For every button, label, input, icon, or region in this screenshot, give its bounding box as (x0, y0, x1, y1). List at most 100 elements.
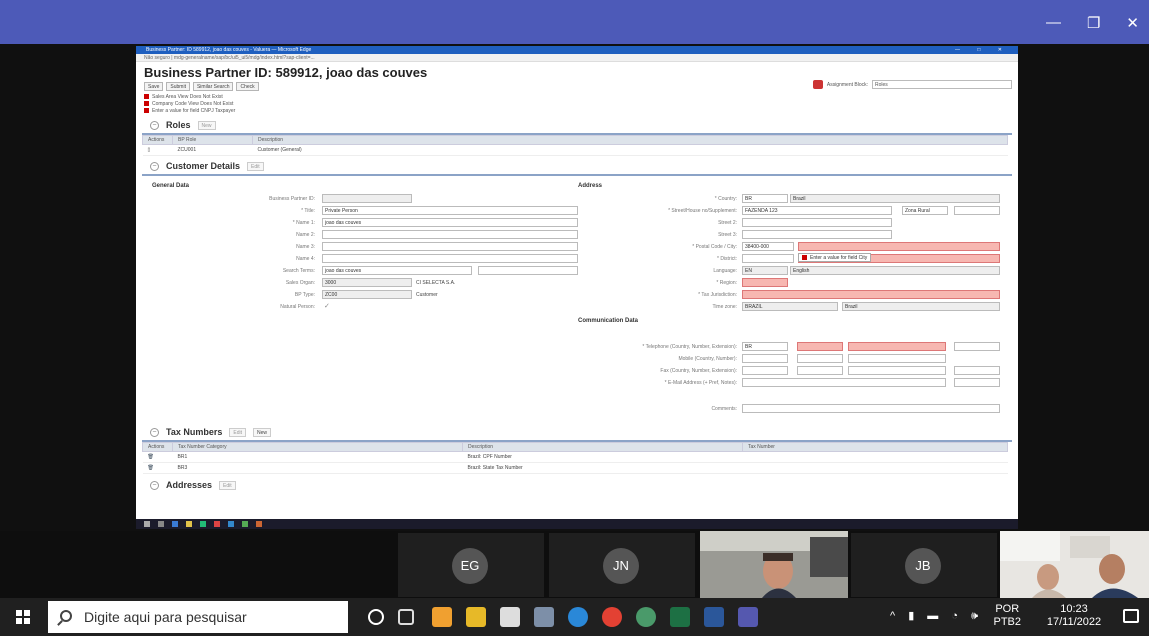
mobile-area-input[interactable] (797, 354, 843, 363)
street3-input[interactable] (742, 230, 892, 239)
delete-icon[interactable]: 🗑 (142, 462, 173, 474)
edge-icon[interactable] (568, 607, 588, 627)
tax-category-cell: BR3 (172, 462, 463, 474)
assignment-select[interactable]: Roles (872, 80, 1012, 89)
tax-edit-button[interactable]: Edit (229, 427, 246, 437)
delete-icon[interactable]: 🗑 (142, 451, 173, 463)
participant-tile[interactable]: EG (398, 533, 544, 597)
message-text[interactable]: Company Code View Does Not Exist (152, 101, 233, 107)
participant-video[interactable] (1000, 531, 1149, 598)
row-action-icon[interactable]: ▯ (142, 144, 173, 156)
message-item: Sales Area View Does Not Exist (144, 93, 1010, 100)
participant-video[interactable] (700, 531, 848, 598)
telephone-number-input[interactable] (848, 342, 946, 351)
collapse-toggle-icon[interactable]: – (150, 480, 159, 490)
district-input[interactable] (742, 254, 794, 263)
name3-input[interactable] (322, 242, 578, 251)
search-terms-input[interactable]: joao das couves (322, 266, 472, 275)
notification-icon[interactable] (1123, 609, 1139, 623)
supplement-input[interactable]: Zona Rural (902, 206, 948, 215)
participant-tile[interactable]: JB (851, 533, 997, 597)
email-input[interactable] (742, 378, 946, 387)
close-button[interactable]: ✕ (1126, 14, 1139, 32)
task-view-icon[interactable] (398, 609, 414, 625)
telephone-area-input[interactable] (797, 342, 843, 351)
email-notes-input[interactable] (954, 378, 1000, 387)
language-indicator[interactable]: POR PTB2 (993, 603, 1021, 629)
tax-number-cell[interactable] (742, 451, 1008, 463)
country-code-input[interactable]: BR (742, 194, 788, 203)
language-code-field[interactable]: EN (742, 266, 788, 275)
region-input[interactable] (742, 278, 788, 287)
comments-input[interactable] (742, 404, 1000, 413)
mobile-number-input[interactable] (848, 354, 946, 363)
tray-icons[interactable]: ^ ▮ ▬ ◔ 🕪 (890, 609, 983, 623)
fax-country-input[interactable] (742, 366, 788, 375)
street-input[interactable]: FAZENDA 123 (742, 206, 892, 215)
browser-window-controls[interactable]: — □ ✕ (955, 46, 1010, 54)
app-icon[interactable] (534, 607, 554, 627)
fax-number-input[interactable] (848, 366, 946, 375)
check-button[interactable]: Check (236, 82, 259, 91)
table-row[interactable]: ▯ ZCU001 Customer (General) (142, 144, 1008, 156)
mail-icon[interactable] (500, 607, 520, 627)
app-icon[interactable] (636, 607, 656, 627)
table-row[interactable]: 🗑 BR3 Brazil: State Tax Number (142, 462, 1008, 474)
mobile-country-input[interactable] (742, 354, 788, 363)
city-input[interactable] (798, 242, 1000, 251)
minimize-button[interactable]: — (1046, 14, 1061, 32)
telephone-country-input[interactable]: BR (742, 342, 788, 351)
search-icon (158, 521, 164, 527)
time-zone-field[interactable]: BRAZIL (742, 302, 838, 311)
table-row[interactable]: 🗑 BR1 Brazil: CPF Number (142, 451, 1008, 463)
tax-jurisdiction-input[interactable] (742, 290, 1000, 299)
cortana-icon[interactable] (368, 609, 384, 625)
app-icon (256, 521, 262, 527)
fax-extension-input[interactable] (954, 366, 1000, 375)
windows-start-icon[interactable] (16, 610, 30, 624)
roles-section-header: – Roles New (142, 117, 1012, 135)
fax-area-input[interactable] (797, 366, 843, 375)
natural-person-checkbox[interactable]: ✓ (324, 302, 330, 310)
tax-number-cell[interactable] (742, 462, 1008, 474)
word-icon[interactable] (704, 607, 724, 627)
submit-button[interactable]: Submit (166, 82, 190, 91)
name1-label: * Name 1: (292, 220, 315, 226)
teams-icon[interactable] (738, 607, 758, 627)
house-no-input[interactable] (954, 206, 1000, 215)
postal-code-input[interactable]: 38400-000 (742, 242, 794, 251)
customer-edit-button[interactable]: Edit (247, 161, 264, 171)
chrome-icon[interactable] (602, 607, 622, 627)
collapse-toggle-icon[interactable]: – (150, 427, 159, 437)
collapse-toggle-icon[interactable]: – (150, 161, 159, 171)
error-icon[interactable] (812, 80, 823, 89)
app-icon (172, 521, 178, 527)
taskbar-search-box[interactable]: Digite aqui para pesquisar (48, 601, 348, 633)
save-button[interactable]: Save (144, 82, 164, 91)
collapse-toggle-icon[interactable]: – (150, 120, 159, 130)
store-icon[interactable] (432, 607, 452, 627)
language-code: POR (995, 603, 1020, 615)
name4-input[interactable] (322, 254, 578, 263)
message-text[interactable]: Enter a value for field CNPJ Taxpayer (152, 108, 235, 114)
maximize-button[interactable]: ❐ (1087, 14, 1100, 32)
message-text[interactable]: Sales Area View Does Not Exist (152, 94, 223, 100)
name2-input[interactable] (322, 230, 578, 239)
excel-icon[interactable] (670, 607, 690, 627)
street2-input[interactable] (742, 218, 892, 227)
tax-new-button[interactable]: New (252, 427, 271, 437)
error-icon (802, 255, 807, 260)
similar-search-button[interactable]: Similar Search (192, 82, 234, 91)
roles-new-button[interactable]: New (197, 120, 216, 130)
addresses-edit-button[interactable]: Edit (219, 480, 236, 490)
name1-input[interactable]: joao das couves (322, 218, 578, 227)
sales-org-label: Sales Organ: (285, 280, 315, 286)
search-terms-2-input[interactable] (478, 266, 578, 275)
file-explorer-icon[interactable] (466, 607, 486, 627)
telephone-extension-input[interactable] (954, 342, 1000, 351)
title-select[interactable]: Private Person (322, 206, 578, 215)
clock[interactable]: 10:23 17/11/2022 (1039, 603, 1109, 629)
meeting-title-bar: — ❐ ✕ (0, 0, 1149, 44)
participant-tile[interactable]: JN (549, 533, 695, 597)
address-bar[interactable]: Não seguro | mdg-generalname/sap/bc/ui5_… (136, 54, 1018, 62)
